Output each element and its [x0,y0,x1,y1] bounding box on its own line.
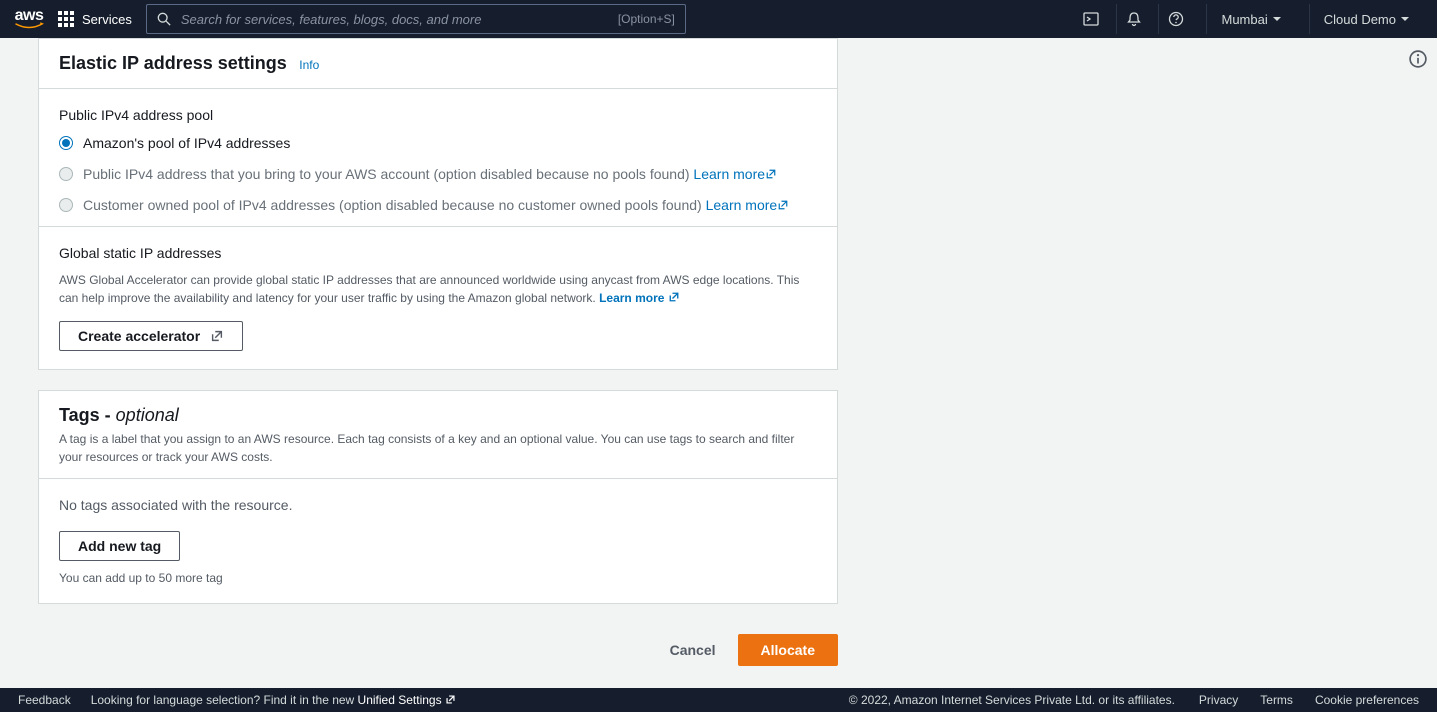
privacy-link[interactable]: Privacy [1199,693,1238,707]
radio-byoip: Public IPv4 address that you bring to yo… [59,164,817,185]
radio-amazon-pool[interactable]: Amazon's pool of IPv4 addresses [59,133,817,154]
info-link[interactable]: Info [299,58,319,72]
top-nav: aws Services [Option+S] Mumbai Cloud Dem… [0,0,1437,38]
pool-heading: Public IPv4 address pool [59,107,817,123]
learn-more-link[interactable]: Learn more [706,197,790,213]
eip-title: Elastic IP address settings [59,53,287,73]
form-actions: Cancel Allocate [0,624,838,686]
bell-icon[interactable] [1116,4,1150,34]
create-accelerator-button[interactable]: Create accelerator [59,321,243,351]
radio-customer-pool: Customer owned pool of IPv4 addresses (o… [59,195,817,216]
region-label: Mumbai [1221,12,1267,27]
radio-label: Amazon's pool of IPv4 addresses [83,133,290,154]
allocate-button[interactable]: Allocate [738,634,838,666]
global-desc: AWS Global Accelerator can provide globa… [59,271,817,307]
add-tag-button[interactable]: Add new tag [59,531,180,561]
tags-card: Tags - optional A tag is a label that yo… [38,390,838,604]
radio-icon [59,198,73,212]
search-bar[interactable]: [Option+S] [146,4,686,34]
eip-card-header: Elastic IP address settings Info [39,39,837,89]
eip-settings-card: Elastic IP address settings Info Public … [38,38,838,370]
external-link-icon [210,329,224,343]
aws-logo[interactable]: aws [14,8,44,30]
cancel-button[interactable]: Cancel [660,634,726,666]
tag-hint: You can add up to 50 more tag [59,571,817,585]
radio-icon [59,136,73,150]
cloudshell-icon[interactable] [1074,4,1108,34]
tags-title: Tags - optional [59,405,817,426]
tags-header: Tags - optional A tag is a label that yo… [39,391,837,479]
unified-settings-link[interactable]: Unified Settings [358,693,456,707]
learn-more-link[interactable]: Learn more [599,291,680,305]
global-heading: Global static IP addresses [59,245,817,261]
services-label: Services [82,12,132,27]
search-icon [157,12,171,26]
account-menu[interactable]: Cloud Demo [1309,4,1423,34]
button-label: Create accelerator [78,328,200,344]
cookie-prefs-link[interactable]: Cookie preferences [1315,693,1419,707]
radio-label: Public IPv4 address that you bring to yo… [83,164,777,185]
lang-hint: Looking for language selection? Find it … [91,693,456,707]
no-tags-message: No tags associated with the resource. [59,497,817,513]
services-menu[interactable]: Services [58,11,132,27]
caret-down-icon [1273,17,1281,21]
help-icon[interactable] [1158,4,1192,34]
main-content: Elastic IP address settings Info Public … [0,38,1437,688]
feedback-link[interactable]: Feedback [18,693,71,707]
terms-link[interactable]: Terms [1260,693,1293,707]
region-selector[interactable]: Mumbai [1206,4,1294,34]
learn-more-link[interactable]: Learn more [693,166,777,182]
account-label: Cloud Demo [1324,12,1396,27]
footer: Feedback Looking for language selection?… [0,688,1437,712]
search-shortcut: [Option+S] [618,12,675,26]
grid-icon [58,11,74,27]
tags-desc: A tag is a label that you assign to an A… [59,430,817,466]
radio-label: Customer owned pool of IPv4 addresses (o… [83,195,789,216]
nav-icons-group [1074,4,1192,34]
search-input[interactable] [181,12,608,27]
copyright: © 2022, Amazon Internet Services Private… [849,693,1175,707]
caret-down-icon [1401,17,1409,21]
aws-smile-icon [14,22,44,30]
radio-icon [59,167,73,181]
